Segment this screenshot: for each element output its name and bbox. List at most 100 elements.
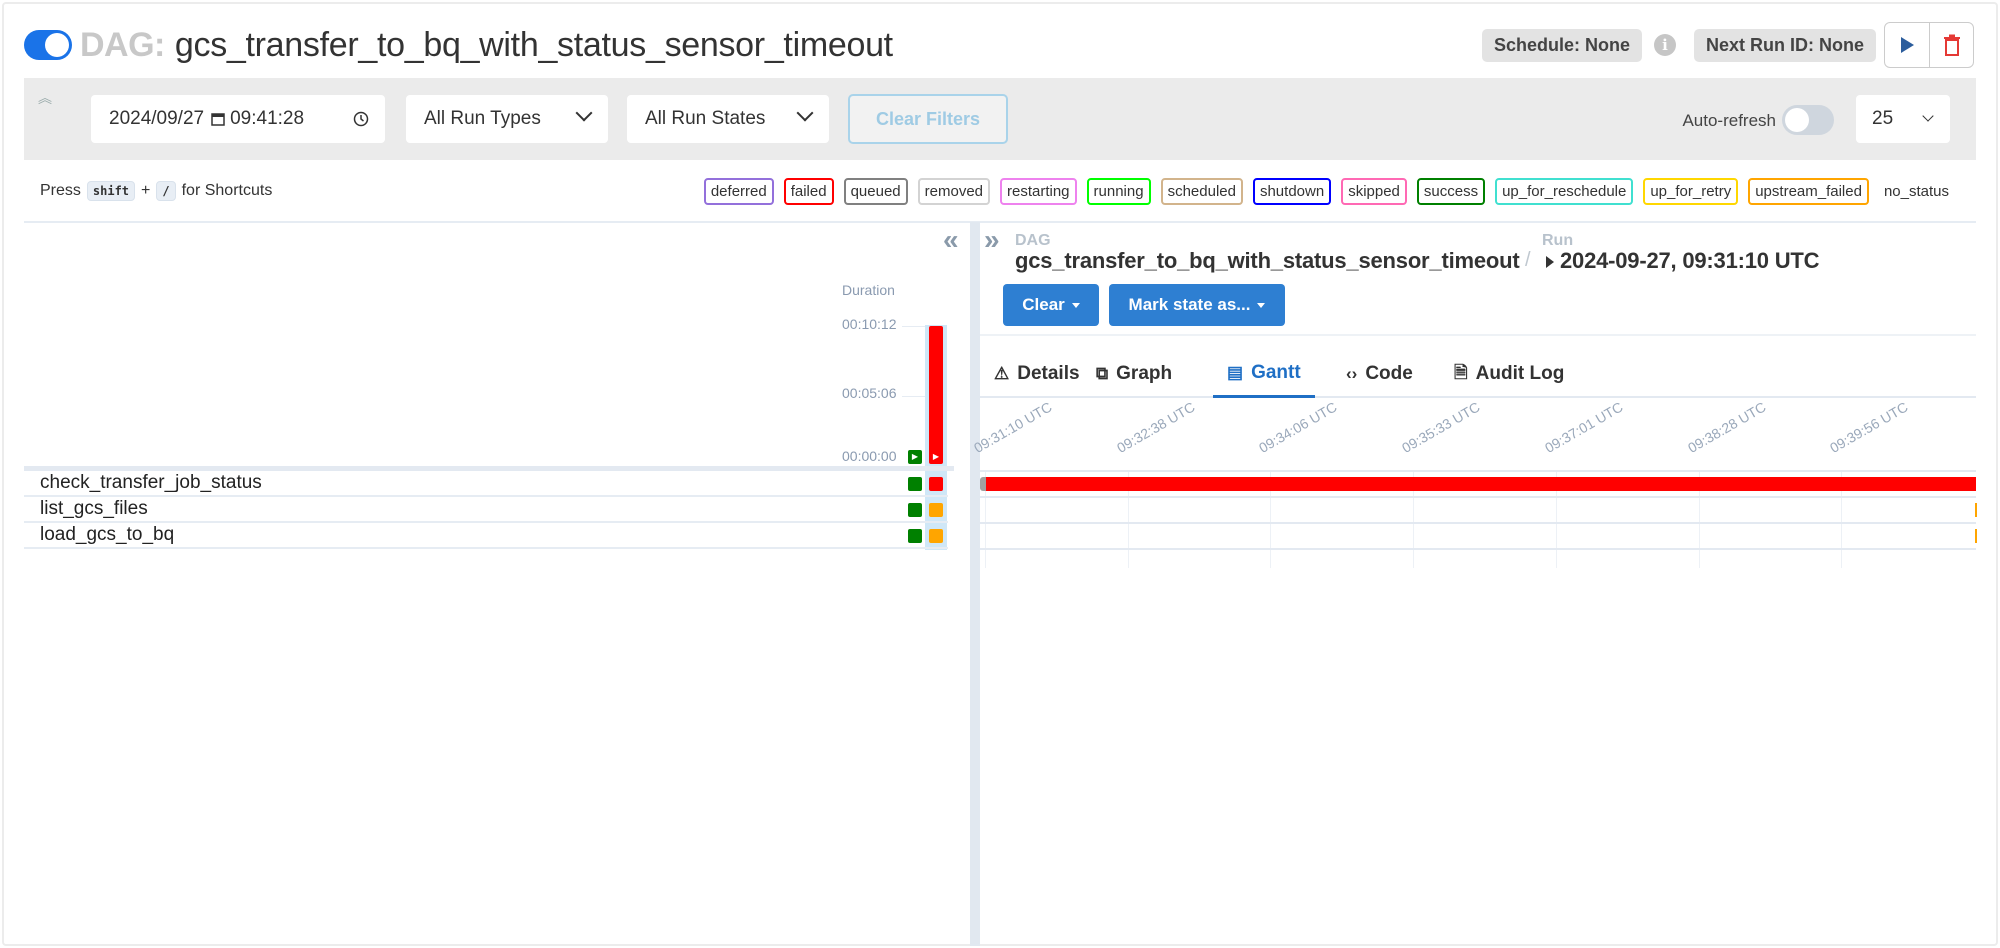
page-size-value: 25 xyxy=(1872,108,1894,129)
gantt-task-bar[interactable] xyxy=(1975,503,1977,517)
legend-success[interactable]: success xyxy=(1416,178,1486,205)
details-tabs: ⚠ Details ⧉ Graph ▤ Gantt ‹› Code 🗎 Audit Log xyxy=(980,350,1976,398)
tab-label: Code xyxy=(1365,363,1413,384)
legend-restarting[interactable]: restarting xyxy=(1000,178,1077,205)
filter-bar: ︽ 2024/09/27 09:41:28 All Run Types All … xyxy=(24,78,1976,160)
duration-tick: 00:05:06 xyxy=(842,385,897,401)
gantt-row-line xyxy=(980,496,1976,498)
breadcrumb-run-link[interactable]: 2024-09-27, 09:31:10 UTC xyxy=(1546,248,1820,274)
task-row[interactable]: load_gcs_to_bq xyxy=(24,523,948,549)
task-instance-square[interactable] xyxy=(908,503,922,517)
run-type-select[interactable]: All Run Types xyxy=(406,95,608,143)
play-icon: ▶ xyxy=(911,452,919,461)
gantt-row-line xyxy=(980,522,1976,524)
task-instance-square[interactable] xyxy=(929,529,943,543)
clock-icon[interactable] xyxy=(353,111,369,127)
tab-label: Gantt xyxy=(1251,361,1301,383)
dag-title: gcs_transfer_to_bq_with_status_sensor_ti… xyxy=(174,25,893,64)
dag-action-buttons xyxy=(1884,22,1974,68)
expand-details-icon[interactable]: » xyxy=(984,224,999,256)
chevron-down-icon xyxy=(575,104,593,122)
task-row[interactable]: list_gcs_files xyxy=(24,497,948,523)
legend-no-status[interactable]: no_status xyxy=(1877,178,1956,205)
breadcrumb-dag-link[interactable]: gcs_transfer_to_bq_with_status_sensor_ti… xyxy=(1015,248,1520,274)
clear-filters-button[interactable]: Clear Filters xyxy=(848,94,1008,144)
tab-audit-log[interactable]: 🗎 Audit Log xyxy=(1440,350,1578,398)
legend-shutdown[interactable]: shutdown xyxy=(1252,178,1332,205)
mark-state-label: Mark state as... xyxy=(1128,295,1251,314)
auto-refresh-label: Auto-refresh xyxy=(1682,111,1776,130)
task-instance-square[interactable] xyxy=(908,529,922,543)
task-instance-square[interactable] xyxy=(929,503,943,517)
legend-failed[interactable]: failed xyxy=(783,178,834,205)
trigger-dag-button[interactable] xyxy=(1885,23,1929,67)
graph-icon: ⧉ xyxy=(1096,364,1109,383)
date-value: 2024/09/27 xyxy=(109,108,205,129)
warning-icon: ⚠ xyxy=(994,364,1010,383)
double-chevron-up-icon[interactable]: ︽ xyxy=(38,88,52,108)
shortcuts-plus: + xyxy=(141,182,151,199)
gantt-row-line xyxy=(980,470,1976,472)
auto-refresh-toggle[interactable] xyxy=(1782,105,1834,135)
play-icon xyxy=(1901,37,1914,53)
dag-pause-toggle[interactable] xyxy=(24,30,72,60)
delete-dag-button[interactable] xyxy=(1929,23,1973,67)
mark-state-button[interactable]: Mark state as... xyxy=(1109,284,1285,326)
run-id: 2024-09-27, 09:31:10 UTC xyxy=(1560,248,1820,273)
caret-down-icon xyxy=(1071,302,1080,308)
clear-label: Clear xyxy=(1022,295,1065,314)
gantt-task-bar[interactable] xyxy=(1975,529,1977,543)
task-name: check_transfer_job_status xyxy=(40,472,262,493)
task-instance-square[interactable] xyxy=(929,477,943,491)
legend-deferred[interactable]: deferred xyxy=(703,178,774,205)
pane-resize-handle[interactable] xyxy=(970,222,980,946)
base-date-input[interactable]: 2024/09/27 09:41:28 xyxy=(91,95,385,143)
next-run-badge: Next Run ID: None xyxy=(1693,28,1876,62)
run-type-value: All Run Types xyxy=(424,108,541,129)
gantt-icon: ▤ xyxy=(1227,362,1244,382)
legend-up-for-reschedule[interactable]: up_for_reschedule xyxy=(1495,178,1634,205)
run-duration-bar[interactable]: ▶ xyxy=(929,326,943,464)
slash-key: / xyxy=(156,181,176,201)
schedule-badge: Schedule: None xyxy=(1481,28,1642,62)
tab-label: Audit Log xyxy=(1475,363,1565,384)
legend-skipped[interactable]: skipped xyxy=(1341,178,1407,205)
dag-prefix: DAG: xyxy=(80,25,165,64)
info-icon[interactable]: i xyxy=(1653,34,1676,56)
task-name: load_gcs_to_bq xyxy=(40,524,175,545)
legend-scheduled[interactable]: scheduled xyxy=(1160,178,1243,205)
gantt-task-bar[interactable] xyxy=(985,477,1976,491)
run-duration-bar[interactable]: ▶ xyxy=(908,450,922,464)
divider xyxy=(24,221,1976,223)
collapse-grid-icon[interactable]: « xyxy=(943,224,958,256)
tab-gantt[interactable]: ▤ Gantt xyxy=(1213,350,1315,398)
legend-upstream-failed[interactable]: upstream_failed xyxy=(1748,178,1869,205)
duration-label: Duration xyxy=(842,282,895,298)
breadcrumb-separator: / xyxy=(1525,249,1531,271)
tab-graph[interactable]: ⧉ Graph xyxy=(1082,350,1186,398)
tab-label: Details xyxy=(1017,363,1080,384)
tab-code[interactable]: ‹› Code xyxy=(1332,350,1427,398)
time-value: 09:41:28 xyxy=(230,108,305,129)
calendar-icon[interactable] xyxy=(210,111,226,127)
task-instance-square[interactable] xyxy=(908,477,922,491)
chevron-down-icon xyxy=(796,104,814,122)
legend-running[interactable]: running xyxy=(1086,178,1151,205)
legend-queued[interactable]: queued xyxy=(843,178,908,205)
gantt-row-line xyxy=(980,548,1976,550)
run-state-value: All Run States xyxy=(645,108,766,129)
run-state-select[interactable]: All Run States xyxy=(627,95,829,143)
duration-tick: 00:10:12 xyxy=(842,316,897,332)
chevron-down-icon xyxy=(1922,110,1934,122)
tab-details[interactable]: ⚠ Details xyxy=(980,350,1094,398)
page-size-select[interactable]: 25 xyxy=(1856,95,1950,143)
tab-label: Graph xyxy=(1116,363,1173,384)
legend-removed[interactable]: removed xyxy=(917,178,990,205)
page-header: DAG: gcs_transfer_to_bq_with_status_sens… xyxy=(24,22,893,68)
clear-button[interactable]: Clear xyxy=(1003,284,1099,326)
shift-key: shift xyxy=(86,181,136,201)
legend-up-for-retry[interactable]: up_for_retry xyxy=(1643,178,1739,205)
task-row[interactable]: check_transfer_job_status xyxy=(24,471,948,497)
duration-tick: 00:00:00 xyxy=(842,448,897,464)
divider xyxy=(980,334,1976,336)
